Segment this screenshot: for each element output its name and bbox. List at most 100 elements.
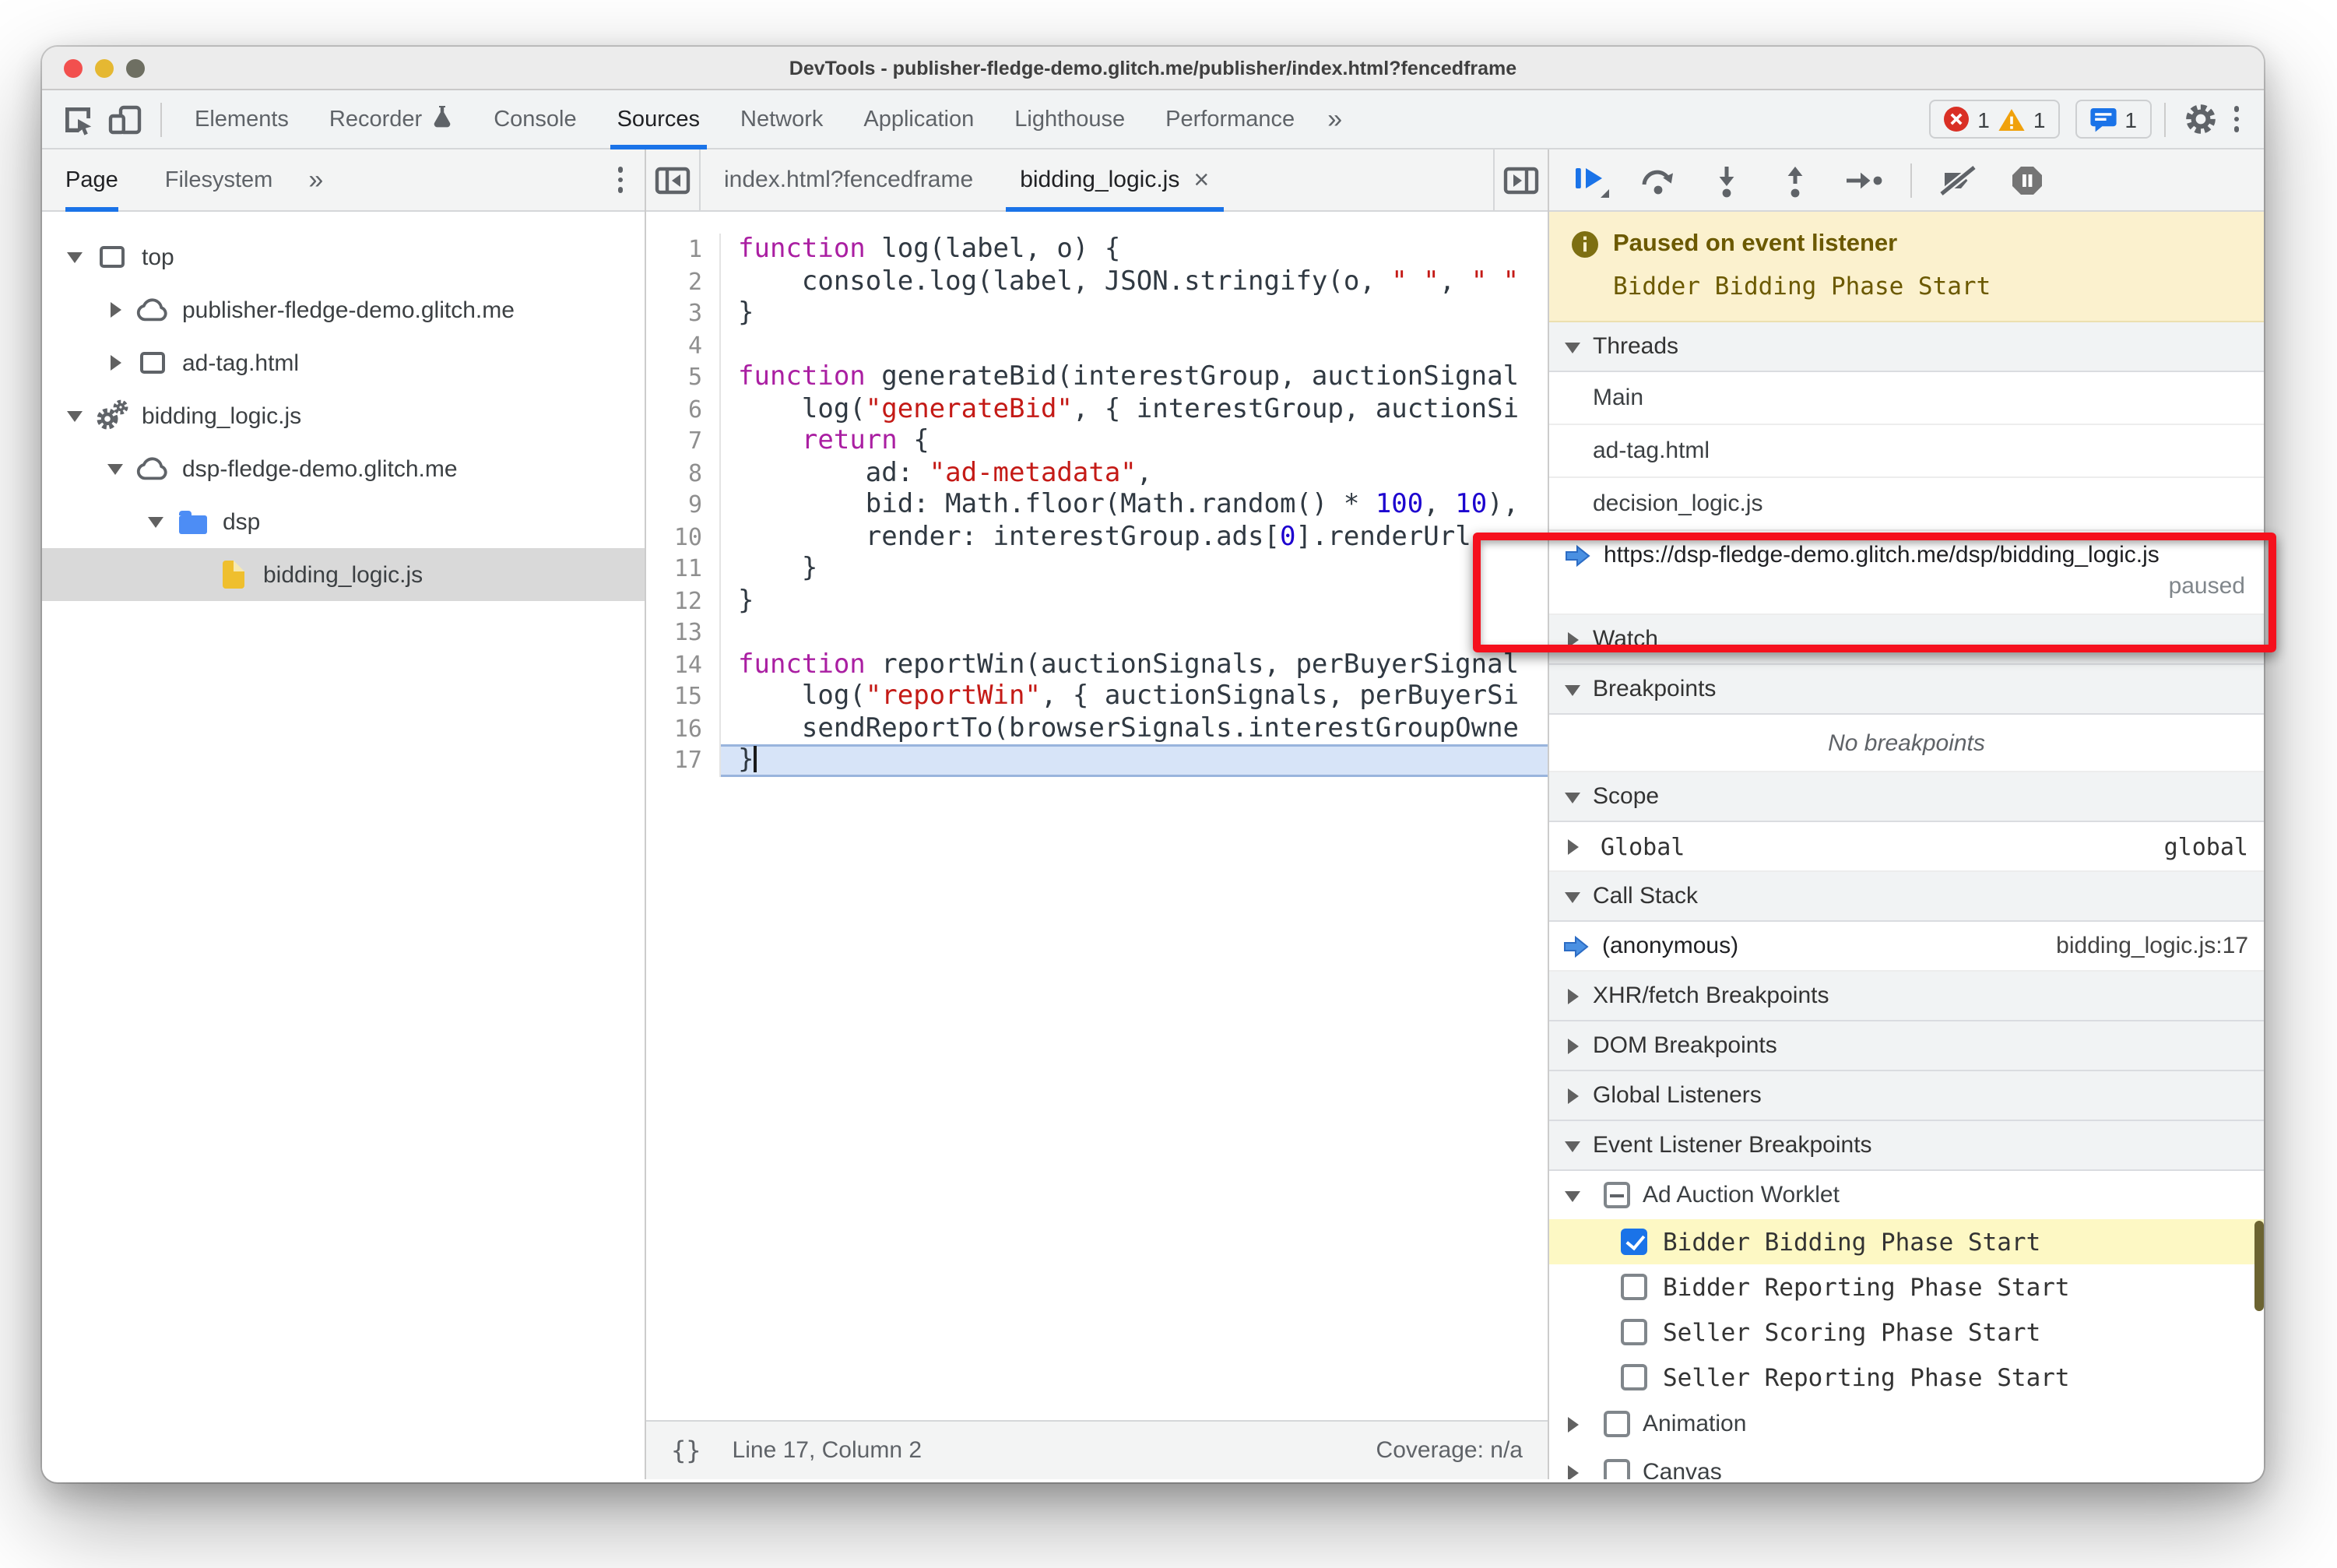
event-listener-breakpoints-label: Event Listener Breakpoints: [1593, 1132, 1872, 1158]
step-into-button[interactable]: [1705, 158, 1748, 202]
file-tab-bidding-logic-js[interactable]: bidding_logic.js ×: [996, 149, 1232, 211]
code-token: 0: [1280, 521, 1296, 552]
errors-warnings-badge[interactable]: 1 1: [1929, 100, 2060, 139]
checkbox-seller-scoring-phase-start[interactable]: [1621, 1319, 1647, 1345]
tree-item-publisher-fledge-demo-glitch-me[interactable]: publisher-fledge-demo.glitch.me: [42, 283, 645, 336]
line-number[interactable]: 3: [646, 297, 721, 329]
tree-item-dsp-fledge-demo-glitch-me[interactable]: dsp-fledge-demo.glitch.me: [42, 442, 645, 495]
breakpoint-seller-reporting-phase-start[interactable]: Seller Reporting Phase Start: [1549, 1355, 2264, 1400]
paused-thread-status: paused: [2168, 573, 2245, 599]
step-out-button[interactable]: [1773, 158, 1817, 202]
watch-section-header[interactable]: Watch: [1549, 615, 2264, 665]
step-button[interactable]: [1842, 158, 1885, 202]
tab-label: Recorder: [329, 107, 423, 132]
breakpoint-label: Seller Reporting Phase Start: [1663, 1363, 2070, 1391]
checkbox-ad-auction-worklet[interactable]: [1604, 1182, 1630, 1208]
tab-application[interactable]: Application: [860, 90, 977, 149]
folder-icon: [174, 506, 212, 537]
line-number[interactable]: 12: [646, 585, 721, 617]
line-number[interactable]: 6: [646, 393, 721, 425]
device-toolbar-button[interactable]: [101, 96, 148, 142]
tree-item-bidding-logic-js[interactable]: bidding_logic.js: [42, 389, 645, 442]
line-number[interactable]: 5: [646, 361, 721, 393]
thread-ad-tag-html[interactable]: ad-tag.html: [1549, 425, 2264, 478]
settings-button[interactable]: [2177, 96, 2224, 142]
issues-badge[interactable]: 1: [2075, 100, 2151, 139]
thread-main[interactable]: Main: [1549, 372, 2264, 425]
global-listeners-section-header[interactable]: Global Listeners: [1549, 1071, 2264, 1121]
tab-console[interactable]: Console: [490, 90, 579, 149]
event-listener-breakpoints-section-header[interactable]: Event Listener Breakpoints: [1549, 1121, 2264, 1171]
scope-global-row[interactable]: Global global: [1549, 822, 2264, 872]
line-number[interactable]: 13: [646, 617, 721, 649]
checkbox-bidder-bidding-phase-start[interactable]: [1621, 1229, 1647, 1255]
line-number[interactable]: 15: [646, 680, 721, 712]
tab-recorder[interactable]: Recorder: [326, 90, 456, 149]
checkbox-canvas[interactable]: [1604, 1459, 1630, 1479]
frame-icon: [134, 347, 171, 378]
breakpoint-group-canvas[interactable]: Canvas: [1549, 1448, 2264, 1479]
breakpoint-bidder-reporting-phase-start[interactable]: Bidder Reporting Phase Start: [1549, 1264, 2264, 1310]
breakpoint-group-ad-auction-worklet[interactable]: Ad Auction Worklet: [1549, 1171, 2264, 1219]
show-navigator-button[interactable]: [646, 149, 699, 211]
code-token: reportWin(auctionSignals, perBuyerSignal: [865, 649, 1520, 680]
breakpoints-section-header[interactable]: Breakpoints: [1549, 665, 2264, 715]
line-number[interactable]: 4: [646, 329, 721, 361]
xhr-breakpoints-section-header[interactable]: XHR/fetch Breakpoints: [1549, 972, 2264, 1021]
file-tab-index-html-fencedframe[interactable]: index.html?fencedframe: [701, 149, 996, 211]
paused-thread-row[interactable]: https://dsp-fledge-demo.glitch.me/dsp/bi…: [1549, 531, 2264, 615]
scope-section-header[interactable]: Scope: [1549, 772, 2264, 822]
line-number[interactable]: 9: [646, 489, 721, 521]
call-stack-frame[interactable]: (anonymous) bidding_logic.js:17: [1549, 922, 2264, 972]
tab-performance[interactable]: Performance: [1162, 90, 1298, 149]
tab-lighthouse[interactable]: Lighthouse: [1011, 90, 1128, 149]
open-file-tab-menu-button[interactable]: [1495, 149, 1548, 211]
breakpoint-group-animation[interactable]: Animation: [1549, 1400, 2264, 1448]
more-panels-button[interactable]: »: [1327, 104, 1342, 135]
resume-button[interactable]: [1568, 158, 1611, 202]
tab-network[interactable]: Network: [737, 90, 826, 149]
sidebar-tab-page[interactable]: Page: [65, 149, 118, 211]
line-number[interactable]: 14: [646, 649, 721, 680]
tree-item-ad-tag-html[interactable]: ad-tag.html: [42, 336, 645, 389]
tree-item-bidding-logic-js[interactable]: bidding_logic.js: [42, 548, 645, 601]
toolbar-divider: [2163, 102, 2165, 136]
line-number[interactable]: 1: [646, 234, 721, 265]
devtools-menu-button[interactable]: [2233, 106, 2239, 132]
line-number[interactable]: 2: [646, 265, 721, 297]
step-over-button[interactable]: [1636, 158, 1680, 202]
deactivate-breakpoints-button[interactable]: [1937, 158, 1980, 202]
line-number[interactable]: 8: [646, 457, 721, 489]
breakpoint-seller-scoring-phase-start[interactable]: Seller Scoring Phase Start: [1549, 1310, 2264, 1355]
tab-elements[interactable]: Elements: [192, 90, 292, 149]
threads-section-header[interactable]: Threads: [1549, 322, 2264, 372]
sidebar-tab-filesystem[interactable]: Filesystem: [165, 149, 273, 211]
inspect-element-button[interactable]: [54, 96, 101, 142]
pretty-print-button[interactable]: {}: [671, 1436, 701, 1465]
coverage-status: Coverage: n/a: [1376, 1437, 1523, 1464]
flask-icon: [434, 105, 451, 127]
navigator-menu-button[interactable]: [617, 167, 623, 193]
line-number[interactable]: 16: [646, 712, 721, 744]
tree-item-top[interactable]: top: [42, 230, 645, 283]
call-stack-section-header[interactable]: Call Stack: [1549, 872, 2264, 922]
tab-label: Sources: [617, 107, 700, 132]
checkbox-animation[interactable]: [1604, 1411, 1630, 1437]
checkbox-bidder-reporting-phase-start[interactable]: [1621, 1274, 1647, 1300]
close-icon[interactable]: ×: [1193, 164, 1209, 195]
dom-breakpoints-section-header[interactable]: DOM Breakpoints: [1549, 1021, 2264, 1071]
gear-icon: [2186, 104, 2216, 134]
line-number[interactable]: 11: [646, 553, 721, 585]
checkbox-seller-reporting-phase-start[interactable]: [1621, 1364, 1647, 1390]
tab-sources[interactable]: Sources: [610, 90, 707, 149]
code-line-2: 2 console.log(label, JSON.stringify(o, "…: [646, 265, 1548, 297]
line-number[interactable]: 10: [646, 521, 721, 553]
more-navigator-tabs-button[interactable]: »: [308, 164, 323, 195]
line-number[interactable]: 17: [646, 744, 721, 776]
breakpoint-bidder-bidding-phase-start[interactable]: Bidder Bidding Phase Start: [1549, 1219, 2264, 1264]
line-number[interactable]: 7: [646, 425, 721, 457]
thread-decision-logic-js[interactable]: decision_logic.js: [1549, 478, 2264, 531]
scrollbar-thumb[interactable]: [2254, 1221, 2264, 1311]
pause-on-exceptions-button[interactable]: [2005, 158, 2049, 202]
tree-item-dsp[interactable]: dsp: [42, 495, 645, 548]
